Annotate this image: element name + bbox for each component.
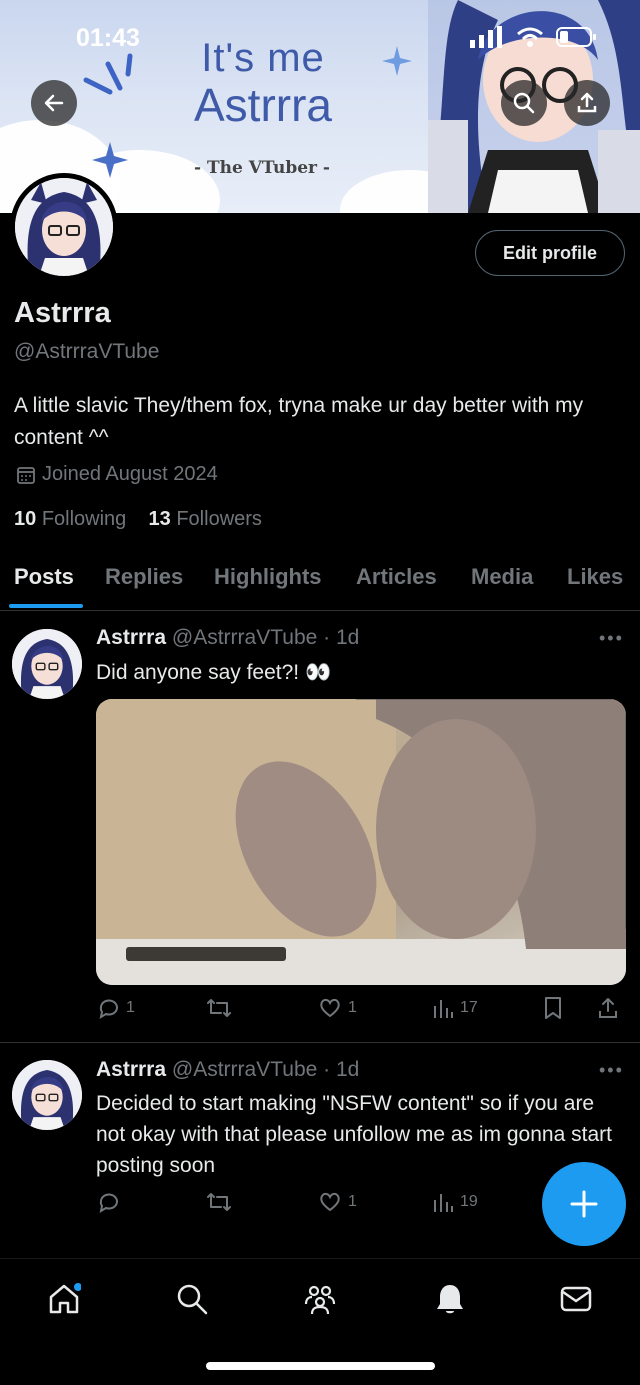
reply-button[interactable]: 1 [96, 996, 135, 1020]
home-indicator [206, 1362, 435, 1370]
nav-home[interactable] [44, 1279, 84, 1319]
nav-communities[interactable] [300, 1279, 340, 1319]
battery-icon [556, 27, 596, 47]
analytics-icon [434, 1000, 453, 1018]
repost-icon [207, 999, 231, 1017]
repost-icon [207, 1193, 231, 1211]
profile-bio: A little slavic They/them fox, tryna mak… [14, 394, 584, 449]
repost-button[interactable] [206, 1190, 238, 1214]
calendar-icon [17, 466, 35, 484]
bell-icon [437, 1285, 463, 1314]
post-text: Did anyone say feet?! 👀 [96, 661, 332, 684]
views-button[interactable]: 17 [432, 996, 478, 1020]
profile-tabs: Posts Replies Highlights Articles Media … [0, 552, 640, 611]
post-avatar[interactable] [12, 1060, 82, 1130]
heart-icon [320, 1192, 340, 1212]
more-options-icon[interactable]: ••• [599, 628, 624, 649]
active-tab-indicator [9, 604, 83, 608]
nav-notifications[interactable] [430, 1279, 470, 1319]
analytics-icon [434, 1194, 453, 1212]
profile-handle: @AstrrraVTube [14, 340, 160, 363]
tab-likes[interactable]: Likes [567, 564, 623, 590]
tab-replies[interactable]: Replies [105, 564, 183, 590]
post-header: Astrrra @AstrrraVTube · 1d [96, 1058, 360, 1081]
banner-title: It's me Astrrra [194, 36, 332, 131]
more-options-icon[interactable]: ••• [599, 1060, 624, 1081]
tab-highlights[interactable]: Highlights [214, 564, 322, 590]
nav-messages[interactable] [556, 1279, 596, 1319]
tab-articles[interactable]: Articles [356, 564, 437, 590]
reply-icon [99, 1193, 118, 1214]
arrow-left-icon [44, 94, 64, 112]
joined-date: Joined August 2024 [16, 463, 218, 486]
banner-subtitle: - The VTuber - [194, 158, 330, 178]
tab-media[interactable]: Media [471, 564, 533, 590]
edit-profile-button[interactable]: Edit profile [475, 230, 625, 276]
sparkle-icon [92, 142, 128, 178]
search-button[interactable] [501, 80, 547, 126]
post-text: Decided to start making "NSFW content" s… [96, 1092, 612, 1177]
home-icon [49, 1283, 81, 1314]
post-actions: 1 1 17 [96, 996, 626, 1026]
reply-button[interactable] [96, 1190, 126, 1214]
following-link[interactable]: 10 Following [14, 508, 126, 530]
share-post-button[interactable] [596, 996, 620, 1020]
wifi-icon [517, 27, 543, 47]
share-icon [599, 998, 617, 1018]
repost-button[interactable] [206, 996, 238, 1020]
signal-icon [470, 26, 502, 48]
search-icon [513, 92, 535, 114]
share-icon [577, 92, 597, 113]
follow-stats: 10 Following 13 Followers [14, 508, 262, 531]
reply-icon [99, 999, 118, 1020]
profile-avatar[interactable] [10, 173, 118, 281]
sparkle-icon [382, 46, 412, 76]
status-icons [470, 26, 596, 48]
mail-icon [560, 1286, 592, 1312]
like-button[interactable]: 1 [318, 1190, 357, 1214]
profile-name: Astrrra [14, 297, 111, 329]
profile-banner[interactable]: It's me Astrrra - The VTuber - 01:43 [0, 0, 640, 213]
communities-icon [304, 1285, 336, 1315]
bookmark-icon [545, 997, 561, 1019]
compose-post-button[interactable] [542, 1162, 626, 1246]
post-media-image[interactable] [96, 699, 626, 985]
bookmark-button[interactable] [542, 996, 564, 1020]
heart-icon [320, 998, 340, 1018]
post-avatar[interactable] [12, 629, 82, 699]
status-time: 01:43 [76, 24, 140, 52]
share-button[interactable] [564, 80, 610, 126]
post-divider [0, 1042, 640, 1043]
back-button[interactable] [31, 80, 77, 126]
followers-link[interactable]: 13 Followers [149, 508, 262, 530]
tab-posts[interactable]: Posts [14, 564, 74, 590]
post-header: Astrrra @AstrrraVTube · 1d [96, 626, 360, 649]
avatar-image [15, 178, 113, 276]
search-icon [177, 1284, 208, 1315]
nav-search[interactable] [172, 1279, 212, 1319]
plus-icon [570, 1190, 598, 1218]
views-button[interactable]: 19 [432, 1190, 478, 1214]
like-button[interactable]: 1 [318, 996, 357, 1020]
